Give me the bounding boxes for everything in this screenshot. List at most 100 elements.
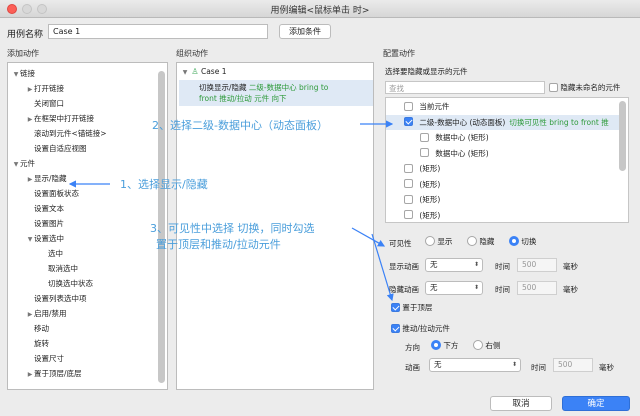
radio-toggle[interactable] xyxy=(509,236,519,246)
widget-checkbox[interactable] xyxy=(404,179,413,188)
widget-list-item[interactable]: (矩形) xyxy=(404,161,440,176)
bring-to-top-box[interactable] xyxy=(391,302,400,312)
tree-item-label: 设置自适应视图 xyxy=(34,144,87,153)
expand-triangle-icon[interactable]: ▶ xyxy=(26,173,34,187)
tree-item[interactable]: 移动 xyxy=(26,322,49,336)
widget-list-item[interactable]: (矩形) xyxy=(404,192,440,207)
collapse-triangle-icon[interactable]: ▼ xyxy=(26,233,34,247)
configure-action-heading: 配置动作 xyxy=(383,49,415,58)
search-input[interactable]: 查找 xyxy=(385,81,545,94)
case-node[interactable]: ▼ ♙ Case 1 xyxy=(181,65,227,79)
widget-list: 当前元件 二级-数据中心 (动态面板) 切换可见性 bring to front … xyxy=(385,97,629,223)
tree-item-label: 切换选中状态 xyxy=(48,279,93,288)
hide-animation-label: 隐藏动画 xyxy=(389,285,419,294)
tree-item[interactable]: 设置图片 xyxy=(26,217,64,231)
action-item[interactable]: 切换显示/隐藏 二级-数据中心 bring to front 推动/拉动 元件 … xyxy=(179,80,373,106)
hide-unnamed-checkbox[interactable]: 隐藏未命名的元件 xyxy=(549,82,620,93)
widget-checkbox[interactable] xyxy=(404,117,413,126)
expand-triangle-icon[interactable]: ▶ xyxy=(26,368,34,382)
radio-right[interactable] xyxy=(473,340,483,350)
hide-animation-select[interactable]: 无 ⬍ xyxy=(425,281,483,295)
widget-list-item[interactable]: (矩形) xyxy=(404,208,440,223)
tree-item[interactable]: 选中 xyxy=(40,247,63,261)
tree-item-label: 显示/隐藏 xyxy=(34,174,67,183)
tree-item[interactable]: ▶ 显示/隐藏 xyxy=(26,172,67,186)
radio-show[interactable] xyxy=(425,236,435,246)
cancel-button[interactable]: 取消 xyxy=(490,396,552,411)
tree-item[interactable]: ▼ 链接 xyxy=(12,67,35,81)
widget-checkbox[interactable] xyxy=(404,163,413,173)
show-time-input[interactable]: 500 xyxy=(517,258,557,272)
widget-list-item[interactable]: 当前元件 xyxy=(404,99,449,114)
push-pull-box[interactable] xyxy=(391,323,400,333)
ok-button[interactable]: 确定 xyxy=(562,396,630,411)
tree-item-label: 打开链接 xyxy=(34,84,64,93)
tree-item[interactable]: 设置列表选中项 xyxy=(26,292,87,306)
visibility-toggle-radio[interactable]: 切换 xyxy=(509,236,536,247)
widget-label: (矩形) xyxy=(419,195,441,204)
widget-checkbox[interactable] xyxy=(404,194,413,204)
case-name-input[interactable]: Case 1 xyxy=(48,24,268,39)
direction-label: 方向 xyxy=(405,343,420,352)
expand-triangle-icon: ▼ xyxy=(182,69,188,76)
hide-unnamed-checkbox-box[interactable] xyxy=(549,82,558,92)
collapse-triangle-icon[interactable]: ▼ xyxy=(12,68,20,82)
widget-list-scrollbar[interactable] xyxy=(619,101,626,171)
visibility-show-radio[interactable]: 显示 xyxy=(425,236,452,247)
tree-item[interactable]: 设置尺寸 xyxy=(26,352,64,366)
widget-list-item[interactable]: (矩形) xyxy=(404,177,440,192)
widget-checkbox[interactable] xyxy=(404,101,413,111)
widget-label: 数据中心 (矩形) xyxy=(435,148,489,158)
expand-triangle-icon[interactable]: ▶ xyxy=(26,308,34,322)
bring-to-top-checkbox[interactable]: 置于顶层 xyxy=(391,302,432,313)
widget-list-item[interactable]: 数据中心 (矩形) xyxy=(420,146,489,161)
tree-item[interactable]: 旋转 xyxy=(26,337,49,351)
expand-triangle-icon[interactable]: ▶ xyxy=(26,83,34,97)
tree-item[interactable]: 切换选中状态 xyxy=(40,277,93,291)
push-animation-select[interactable]: 无 ⬍ xyxy=(429,358,521,372)
direction-right-radio[interactable]: 右侧 xyxy=(473,340,500,351)
tree-item-label: 启用/禁用 xyxy=(34,309,67,318)
tree-item-label: 选中 xyxy=(48,249,63,258)
direction-down-radio[interactable]: 下方 xyxy=(431,340,458,351)
widget-list-item[interactable]: 二级-数据中心 (动态面板) 切换可见性 bring to front 推 xyxy=(386,114,622,130)
widget-checkbox[interactable] xyxy=(404,210,413,219)
annotation-step2: 2、选择二级-数据中心（动态面板） xyxy=(152,119,328,132)
tree-item-label: 设置面板状态 xyxy=(34,189,79,198)
tree-item[interactable]: ▼ 元件 xyxy=(12,157,35,171)
tree-item[interactable]: 取消选中 xyxy=(40,262,78,276)
show-animation-label: 显示动画 xyxy=(389,262,419,271)
push-pull-checkbox[interactable]: 推动/拉动元件 xyxy=(391,323,450,334)
tree-item[interactable]: 设置面板状态 xyxy=(26,187,79,201)
tree-item-label: 链接 xyxy=(20,69,35,78)
radio-hide[interactable] xyxy=(467,236,477,246)
tree-item[interactable]: 滚动到元件<锚链接> xyxy=(26,127,107,141)
tree-item[interactable]: ▼ 设置选中 xyxy=(26,232,64,246)
tree-item[interactable]: 设置自适应视图 xyxy=(26,142,87,156)
add-condition-button[interactable]: 添加条件 xyxy=(279,24,331,39)
visibility-label: 可见性 xyxy=(389,239,412,248)
tree-item[interactable]: ▶ 启用/禁用 xyxy=(26,307,67,321)
tree-item[interactable]: 设置文本 xyxy=(26,202,64,216)
tree-item[interactable]: ▶ 置于顶层/底层 xyxy=(26,367,82,381)
show-animation-select[interactable]: 无 ⬍ xyxy=(425,258,483,272)
radio-down[interactable] xyxy=(431,340,441,350)
push-time-input[interactable]: 500 xyxy=(553,358,593,372)
tree-item-label: 关闭窗口 xyxy=(34,99,64,108)
widget-checkbox[interactable] xyxy=(420,148,429,157)
tree-item[interactable]: ▶ 在框架中打开链接 xyxy=(26,112,94,126)
collapse-triangle-icon[interactable]: ▼ xyxy=(12,158,20,172)
action-label: 切换显示/隐藏 xyxy=(199,83,247,92)
tree-item[interactable]: 关闭窗口 xyxy=(26,97,64,111)
tree-item-label: 设置选中 xyxy=(34,234,64,243)
action-details: front 推动/拉动 元件 向下 xyxy=(199,94,287,103)
widget-list-item[interactable]: 数据中心 (矩形) xyxy=(420,130,489,145)
hide-time-input[interactable]: 500 xyxy=(517,281,557,295)
widget-checkbox[interactable] xyxy=(420,132,429,142)
annotation-step3-line2: 置于顶层和推动/拉动元件 xyxy=(156,238,281,251)
expand-triangle-icon[interactable]: ▶ xyxy=(26,113,34,127)
widget-label: 二级-数据中心 (动态面板) xyxy=(419,117,506,127)
tree-item[interactable]: ▶ 打开链接 xyxy=(26,82,64,96)
widget-label: (矩形) xyxy=(419,164,441,173)
visibility-hide-radio[interactable]: 隐藏 xyxy=(467,236,494,247)
